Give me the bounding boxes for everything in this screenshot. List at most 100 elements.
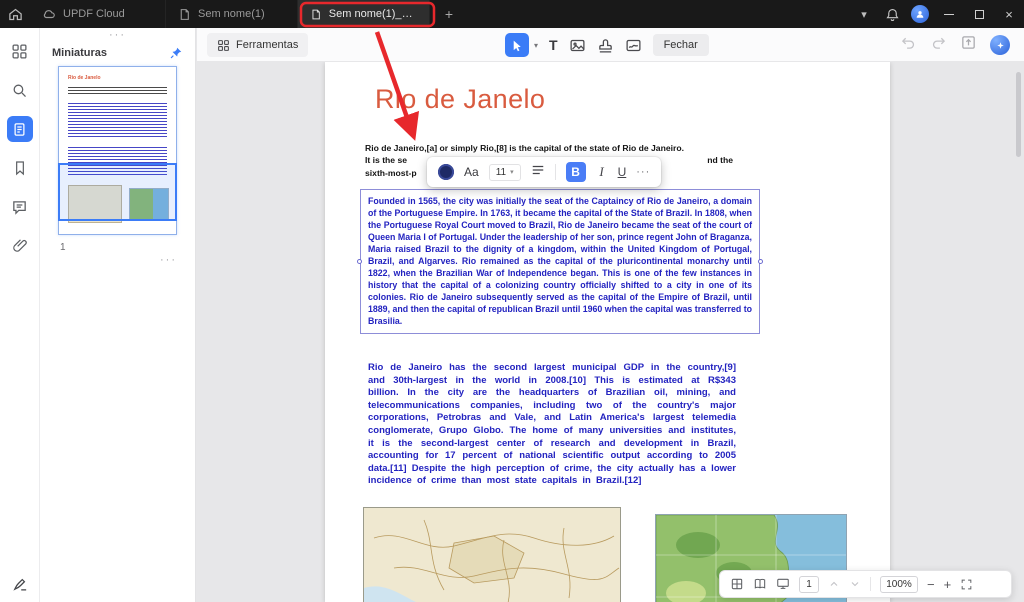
font-size-select[interactable]: 11 ▾: [488, 163, 521, 181]
maximize-button[interactable]: [964, 0, 994, 28]
text-tool-button[interactable]: T: [549, 37, 558, 53]
image-tool-button[interactable]: [569, 37, 586, 54]
vertical-scrollbar[interactable]: [1016, 72, 1021, 157]
zoom-level-value[interactable]: 100%: [880, 575, 918, 593]
save-button[interactable]: [960, 34, 977, 56]
main-toolbar: Ferramentas ▾ T Fechar: [197, 28, 1024, 62]
statusbar-divider: [870, 577, 871, 591]
text-format-toolbar: Aa 11 ▾ B I U ···: [427, 157, 662, 187]
avatar-circle: [911, 5, 929, 23]
cloud-icon: [43, 10, 55, 19]
person-icon: [916, 11, 924, 18]
signature-tool-button[interactable]: [0, 575, 40, 592]
minimize-button[interactable]: [934, 0, 964, 28]
select-tool-dropdown[interactable]: ▾: [534, 41, 538, 50]
comments-button[interactable]: [7, 194, 33, 220]
redo-icon: [932, 37, 946, 49]
pin-icon[interactable]: [169, 46, 183, 60]
tab-sem-nome-1-ocr[interactable]: Sem nome(1)_OCR: [298, 0, 430, 28]
titlebar-dropdown-button[interactable]: ▾: [850, 0, 878, 28]
format-more-button[interactable]: ···: [636, 166, 650, 178]
presentation-mode-button[interactable]: [776, 577, 790, 591]
image-icon: [570, 39, 585, 51]
tab-updf-cloud[interactable]: UPDF Cloud: [30, 0, 166, 28]
zoom-in-button[interactable]: +: [944, 578, 952, 591]
panels-button[interactable]: [7, 38, 33, 64]
stamp-icon: [598, 38, 612, 53]
reading-mode-button[interactable]: [753, 577, 767, 591]
font-color-swatch[interactable]: [438, 164, 454, 180]
notifications-button[interactable]: [878, 0, 906, 28]
search-icon: [13, 84, 26, 97]
chevron-down-icon: [851, 582, 859, 587]
minimize-icon: [944, 13, 954, 15]
thumbnail-more-button[interactable]: ···: [160, 254, 177, 266]
panel-header: Miniaturas: [40, 40, 195, 60]
pages-icon: [14, 122, 25, 136]
ferramentas-button[interactable]: Ferramentas: [207, 33, 309, 57]
tab-label: UPDF Cloud: [63, 8, 125, 20]
previous-page-button[interactable]: [828, 578, 840, 590]
tab-label: Sem nome(1)_OCR: [328, 8, 417, 20]
home-icon: [8, 8, 22, 20]
font-family-button[interactable]: Aa: [464, 165, 479, 179]
sign-tool-button[interactable]: [625, 37, 642, 54]
page-number-input[interactable]: 1: [799, 575, 819, 593]
toolbar-divider: [554, 164, 556, 180]
panel-title: Miniaturas: [52, 47, 108, 59]
document-icon: [180, 8, 189, 20]
fit-screen-button[interactable]: [960, 578, 973, 591]
comment-icon: [13, 200, 26, 215]
resize-handle-left[interactable]: [357, 258, 362, 264]
bold-button[interactable]: B: [565, 162, 586, 182]
apps-grid-icon: [12, 43, 27, 59]
next-page-button[interactable]: [849, 578, 861, 590]
user-avatar[interactable]: [906, 0, 934, 28]
align-lines-icon: [532, 165, 543, 174]
italic-button[interactable]: I: [596, 164, 608, 180]
search-button[interactable]: [7, 77, 33, 103]
chevron-up-icon: [830, 581, 838, 586]
page-navigation-bar: 1 100% − +: [719, 570, 1012, 598]
signature-field-icon: [626, 39, 641, 51]
tab-label: Sem nome(1): [198, 8, 265, 20]
align-button[interactable]: [531, 163, 545, 182]
underline-button[interactable]: U: [618, 165, 627, 179]
undo-button[interactable]: [900, 34, 917, 56]
intro-line-2-right: nd the: [707, 155, 733, 166]
sparkle-icon: [996, 41, 1004, 49]
home-button[interactable]: [0, 0, 30, 28]
select-tool-button[interactable]: [505, 33, 529, 57]
titlebar-right-controls: ▾ ×: [850, 0, 1024, 28]
monitor-icon: [777, 578, 789, 589]
cursor-icon: [513, 40, 521, 51]
zoom-out-button[interactable]: −: [927, 578, 935, 591]
signature-pen-icon: [12, 578, 26, 591]
bookmarks-button[interactable]: [7, 155, 33, 181]
thumb-mini-title: Rio de Janelo: [68, 75, 101, 81]
chevron-down-icon: ▾: [510, 169, 514, 176]
sidebar-icon-rail: [0, 28, 40, 602]
map-image-state[interactable]: [363, 507, 621, 602]
close-button[interactable]: ×: [994, 0, 1024, 28]
fechar-button[interactable]: Fechar: [652, 34, 709, 56]
ai-assistant-button[interactable]: [990, 35, 1010, 55]
redo-button[interactable]: [930, 34, 947, 56]
new-tab-button[interactable]: +: [436, 1, 462, 27]
thumbnail-view-button[interactable]: [730, 577, 744, 591]
doc-paragraph-economy[interactable]: Rio de Janeiro has the second largest mu…: [368, 362, 736, 488]
attachments-button[interactable]: [7, 233, 33, 259]
thumbnail-viewport-indicator[interactable]: [58, 163, 177, 221]
thumb-text-block: [68, 103, 167, 139]
doc-title-text[interactable]: Rio de Janelo: [375, 84, 545, 115]
tab-sem-nome-1[interactable]: Sem nome(1): [166, 0, 298, 28]
bookmark-icon: [15, 161, 24, 176]
resize-handle-right[interactable]: [758, 258, 763, 264]
selected-text-block[interactable]: Founded in 1565, the city was initially …: [357, 189, 763, 334]
page-thumbnail[interactable]: Rio de Janelo: [58, 66, 177, 235]
stamp-tool-button[interactable]: [597, 37, 614, 54]
document-area: Rio de Janelo Rio de Janeiro,[a] or simp…: [197, 62, 1024, 602]
thumbnails-panel-button[interactable]: [6, 116, 33, 142]
panel-more-button[interactable]: ···: [40, 28, 195, 41]
ferramentas-label: Ferramentas: [236, 39, 299, 51]
